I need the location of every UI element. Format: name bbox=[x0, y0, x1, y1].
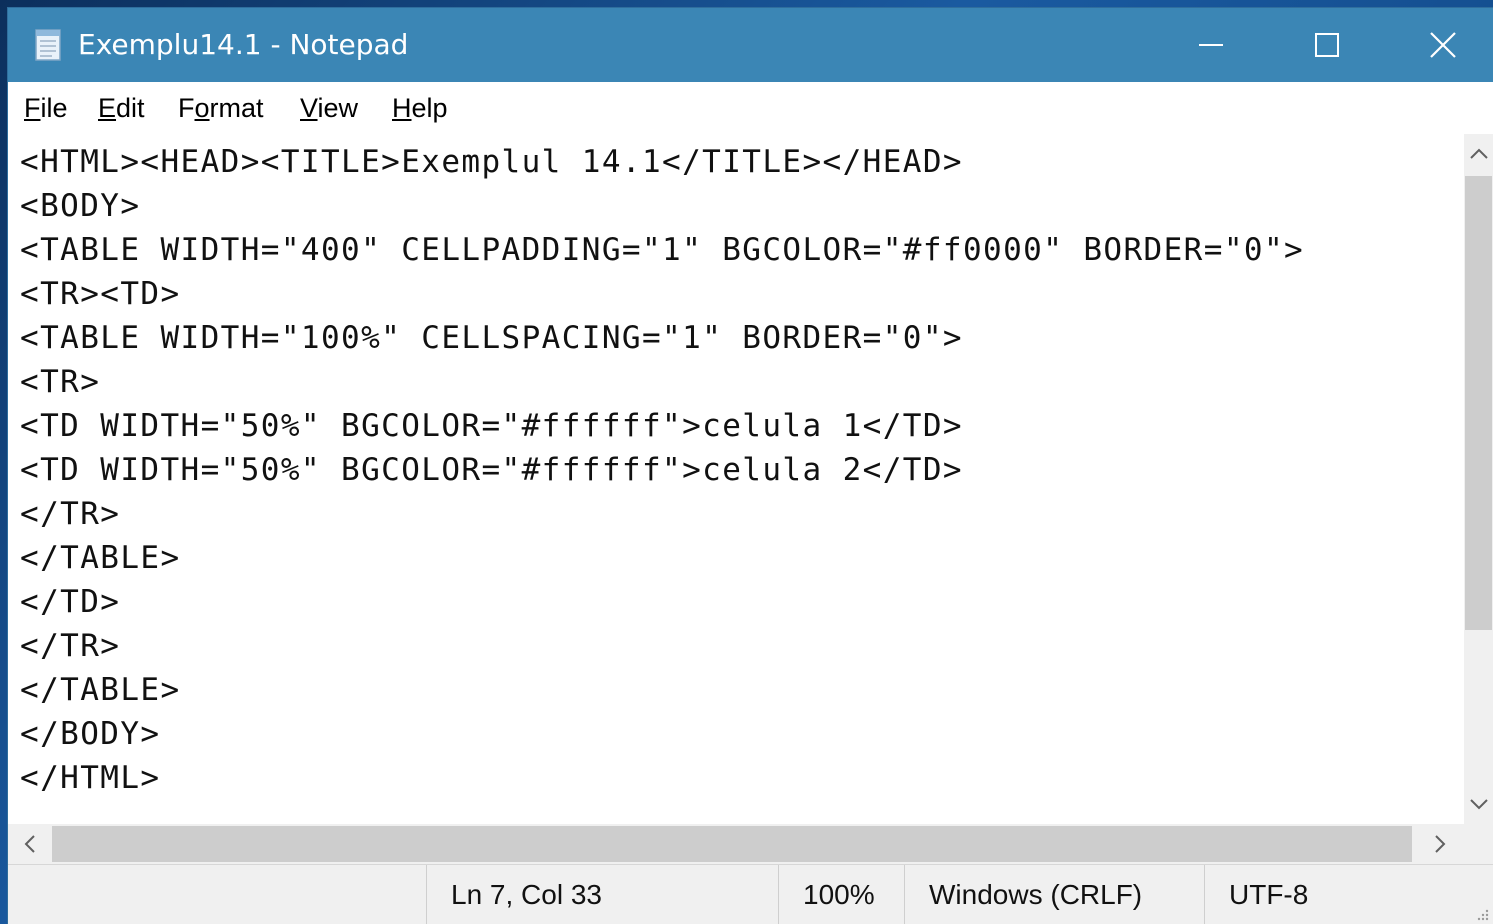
code-line: </TR> bbox=[20, 628, 121, 664]
title-bar[interactable]: Exemplu14.1 - Notepad bbox=[8, 8, 1493, 82]
code-line: <TABLE WIDTH="400" CELLPADDING="1" BGCOL… bbox=[20, 232, 1305, 268]
code-line: <BODY> bbox=[20, 188, 141, 224]
close-icon bbox=[1430, 32, 1456, 58]
code-line: <TD WIDTH="50%" BGCOLOR="#ffffff">celula… bbox=[20, 452, 963, 488]
menu-format-mnemonic: o bbox=[194, 93, 210, 123]
resize-grip-icon[interactable] bbox=[1475, 907, 1489, 921]
scroll-right-button[interactable] bbox=[1420, 824, 1460, 864]
code-line: <TR><TD> bbox=[20, 276, 181, 312]
vertical-scrollbar[interactable] bbox=[1464, 134, 1493, 824]
text-editor[interactable]: <HTML><HEAD><TITLE>Exemplul 14.1</TITLE>… bbox=[8, 134, 1464, 824]
horizontal-scrollbar[interactable] bbox=[8, 824, 1493, 864]
menu-view[interactable]: View bbox=[300, 92, 358, 124]
notepad-window: Exemplu14.1 - Notepad File Edit Format V… bbox=[8, 8, 1493, 924]
menu-help-mnemonic: H bbox=[392, 93, 412, 123]
status-zoom: 100% bbox=[778, 865, 904, 924]
menu-bar: File Edit Format View Help bbox=[8, 82, 1493, 134]
code-line: <TD WIDTH="50%" BGCOLOR="#ffffff">celula… bbox=[20, 408, 963, 444]
chevron-up-icon bbox=[1469, 148, 1488, 159]
window-title: Exemplu14.1 - Notepad bbox=[78, 28, 409, 61]
menu-view-mnemonic: V bbox=[300, 93, 318, 123]
menu-format-prefix: F bbox=[178, 93, 195, 123]
code-line: <TABLE WIDTH="100%" CELLSPACING="1" BORD… bbox=[20, 320, 963, 356]
vertical-scroll-thumb[interactable] bbox=[1465, 176, 1492, 630]
code-line: </TABLE> bbox=[20, 672, 181, 708]
menu-edit-rest: dit bbox=[116, 93, 145, 123]
menu-file-mnemonic: F bbox=[24, 93, 41, 123]
menu-format-rest: rmat bbox=[209, 93, 264, 123]
scroll-up-button[interactable] bbox=[1464, 134, 1493, 174]
chevron-left-icon bbox=[24, 835, 35, 853]
scroll-left-button[interactable] bbox=[10, 824, 50, 864]
code-line: </HTML> bbox=[20, 760, 161, 796]
code-line: </TD> bbox=[20, 584, 121, 620]
horizontal-scroll-thumb[interactable] bbox=[52, 826, 1412, 862]
menu-help-rest: elp bbox=[411, 93, 448, 123]
chevron-down-icon bbox=[1469, 799, 1488, 810]
code-line: <HTML><HEAD><TITLE>Exemplul 14.1</TITLE>… bbox=[20, 144, 963, 180]
status-encoding: UTF-8 bbox=[1204, 865, 1493, 924]
code-line: <TR> bbox=[20, 364, 101, 400]
status-bar: Ln 7, Col 33 100% Windows (CRLF) UTF-8 bbox=[8, 864, 1493, 924]
status-line-endings: Windows (CRLF) bbox=[904, 865, 1204, 924]
menu-edit[interactable]: Edit bbox=[98, 92, 145, 124]
menu-edit-mnemonic: E bbox=[98, 93, 117, 123]
code-line: </TABLE> bbox=[20, 540, 181, 576]
maximize-icon bbox=[1315, 33, 1339, 57]
code-line: </TR> bbox=[20, 496, 121, 532]
code-line: </BODY> bbox=[20, 716, 161, 752]
menu-view-rest: iew bbox=[317, 93, 359, 123]
chevron-right-icon bbox=[1435, 835, 1446, 853]
minimize-icon bbox=[1199, 44, 1223, 46]
menu-file[interactable]: File bbox=[24, 92, 68, 124]
maximize-button[interactable] bbox=[1269, 8, 1385, 82]
minimize-button[interactable] bbox=[1153, 8, 1269, 82]
menu-help[interactable]: Help bbox=[392, 92, 448, 124]
status-cursor-position: Ln 7, Col 33 bbox=[426, 865, 778, 924]
scroll-down-button[interactable] bbox=[1464, 784, 1493, 824]
menu-file-rest: ile bbox=[40, 93, 68, 123]
menu-format[interactable]: Format bbox=[178, 92, 264, 124]
notepad-icon bbox=[35, 29, 61, 61]
close-button[interactable] bbox=[1385, 8, 1493, 82]
